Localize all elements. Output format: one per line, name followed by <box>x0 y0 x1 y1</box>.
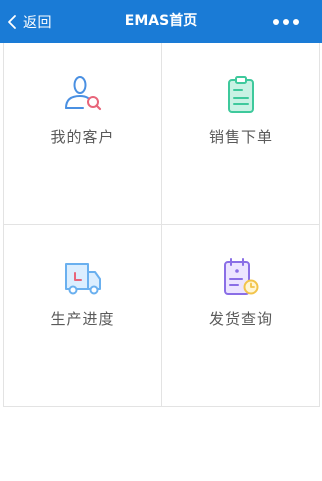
more-dot-icon <box>293 18 299 25</box>
navigation-bar: 返回 EMAS首页 <box>0 0 322 43</box>
chevron-left-icon <box>8 14 16 29</box>
more-dot-icon <box>283 18 289 25</box>
page-title: EMAS首页 <box>124 13 198 29</box>
menu-item-production-progress[interactable]: 生产进度 <box>4 225 162 407</box>
menu-item-my-customers[interactable]: 我的客户 <box>4 43 162 225</box>
customer-search-icon <box>61 74 105 118</box>
menu-grid: 我的客户 销售下单 生产进度 发货查询 <box>3 43 320 407</box>
back-button[interactable]: 返回 <box>7 0 52 43</box>
menu-item-sales-order[interactable]: 销售下单 <box>162 43 320 225</box>
menu-item-label: 销售下单 <box>208 128 273 146</box>
back-label: 返回 <box>23 14 52 31</box>
menu-item-shipment-query[interactable]: 发货查询 <box>162 225 320 407</box>
menu-item-label: 发货查询 <box>208 310 273 328</box>
menu-item-label: 生产进度 <box>50 310 115 328</box>
clipboard-order-icon <box>219 74 263 118</box>
app-screen: 返回 EMAS首页 我的客户 销售下单 生产进度 发货查询 <box>0 0 322 481</box>
more-options-button[interactable] <box>273 0 299 43</box>
menu-item-label: 我的客户 <box>50 128 115 146</box>
schedule-clock-icon <box>219 256 263 300</box>
more-dot-icon <box>273 18 279 25</box>
delivery-truck-icon <box>61 256 105 300</box>
